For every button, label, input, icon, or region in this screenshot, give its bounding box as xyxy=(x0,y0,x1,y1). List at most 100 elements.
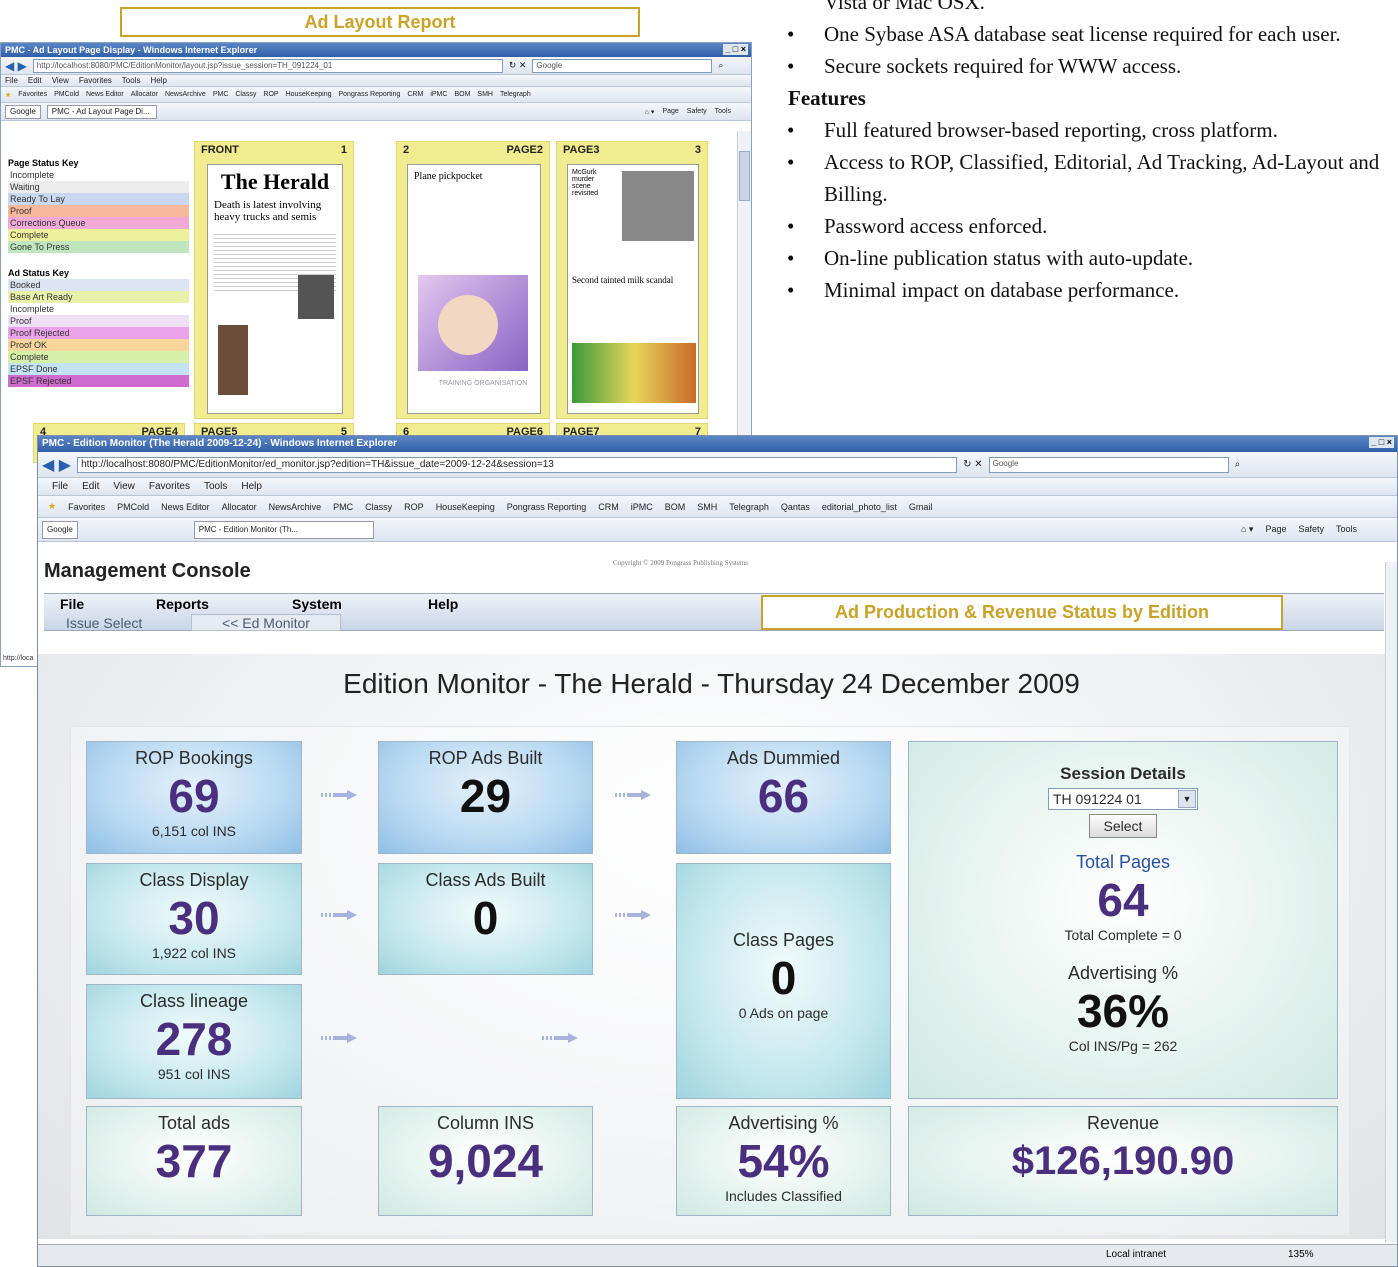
fav-link[interactable]: CRM xyxy=(598,502,619,512)
menu-favorites[interactable]: Favorites xyxy=(79,76,112,85)
fav-link[interactable]: Classy xyxy=(365,502,392,512)
rop-bookings-tile[interactable]: ROP Bookings 69 6,151 col INS xyxy=(86,741,302,854)
fav-link[interactable]: Qantas xyxy=(781,502,810,512)
flow-arrow-icon xyxy=(542,1033,578,1043)
fav-link[interactable]: News Editor xyxy=(86,91,124,98)
page-menu[interactable]: Page xyxy=(662,108,678,116)
refresh-icon[interactable]: ↻ ✕ xyxy=(509,60,527,71)
tab-edition-monitor[interactable]: PMC - Edition Monitor (Th... xyxy=(193,520,374,539)
advertising-pct-tile[interactable]: Advertising % 54% Includes Classified xyxy=(676,1106,891,1216)
safety-menu[interactable]: Safety xyxy=(687,108,707,116)
menu-favorites[interactable]: Favorites xyxy=(149,481,190,492)
fav-link[interactable]: Gmail xyxy=(909,502,933,512)
fav-link[interactable]: Telegraph xyxy=(729,502,769,512)
fav-link[interactable]: NewsArchive xyxy=(165,91,206,98)
fav-link[interactable]: Pongrass Reporting xyxy=(507,502,587,512)
favorites-star-icon[interactable]: ★ xyxy=(5,91,11,99)
fav-link[interactable]: News Editor xyxy=(161,502,210,512)
search-icon[interactable]: ⌕ xyxy=(1235,459,1241,470)
fav-link[interactable]: HouseKeeping xyxy=(286,91,332,98)
fav-link[interactable]: Pongrass Reporting xyxy=(339,91,401,98)
menu-help[interactable]: Help xyxy=(241,481,262,492)
fav-link[interactable]: Allocator xyxy=(222,502,257,512)
fav-link[interactable]: BOM xyxy=(454,91,470,98)
fav-link[interactable]: SMH xyxy=(477,91,493,98)
back-forward-icon[interactable]: ◀ ▶ xyxy=(5,59,27,73)
search-input[interactable]: Google xyxy=(532,58,713,73)
menu-view[interactable]: View xyxy=(52,76,69,85)
fav-link[interactable]: Favorites xyxy=(18,91,47,98)
fav-link[interactable]: Telegraph xyxy=(500,91,531,98)
page-menu[interactable]: Page xyxy=(1265,524,1286,535)
menu-reports[interactable]: Reports xyxy=(156,596,209,612)
refresh-icon[interactable]: ↻ ✕ xyxy=(963,459,983,470)
vertical-scrollbar[interactable] xyxy=(1385,562,1397,1242)
fav-link[interactable]: PMC xyxy=(333,502,353,512)
fav-link[interactable]: ROP xyxy=(263,91,278,98)
tab-google[interactable]: Google xyxy=(5,104,41,119)
window-controls[interactable]: _ □ × xyxy=(1369,437,1394,448)
menu-system[interactable]: System xyxy=(292,596,342,612)
dashboard-area: Edition Monitor - The Herald - Thursday … xyxy=(38,654,1385,1239)
class-pages-tile[interactable]: Class Pages 0 0 Ads on page xyxy=(676,863,891,1099)
fav-link[interactable]: PMC xyxy=(213,91,229,98)
revenue-tile[interactable]: Revenue $126,190.90 xyxy=(908,1106,1338,1216)
chevron-down-icon[interactable]: ▼ xyxy=(1178,790,1196,808)
class-lineage-tile[interactable]: Class lineage 278 951 col INS xyxy=(86,984,302,1099)
page-card-front[interactable]: FRONT 1 The Herald Death is latest involv… xyxy=(194,141,354,419)
class-display-tile[interactable]: Class Display 30 1,922 col INS xyxy=(86,863,302,975)
session-select[interactable]: TH 091224 01 ▼ xyxy=(1048,788,1198,810)
menu-edit[interactable]: Edit xyxy=(82,481,99,492)
address-bar[interactable]: http://localhost:8080/PMC/EditionMonitor… xyxy=(77,456,958,473)
rop-ads-built-tile[interactable]: ROP Ads Built 29 xyxy=(378,741,593,854)
fav-link[interactable]: ROP xyxy=(404,502,424,512)
menu-help[interactable]: Help xyxy=(150,76,166,85)
address-bar[interactable]: http://localhost:8080/PMC/EditionMonitor… xyxy=(32,58,503,73)
tab-google[interactable]: Google xyxy=(42,520,78,539)
ed-monitor-link[interactable]: << Ed Monitor xyxy=(191,614,341,631)
fav-link[interactable]: BOM xyxy=(665,502,686,512)
select-button[interactable]: Select xyxy=(1089,814,1157,838)
fav-link[interactable]: iPMC xyxy=(430,91,447,98)
menu-edit[interactable]: Edit xyxy=(28,76,42,85)
issue-select-link[interactable]: Issue Select xyxy=(66,615,142,631)
menu-file[interactable]: File xyxy=(5,76,18,85)
fav-link[interactable]: Allocator xyxy=(131,91,158,98)
fav-link[interactable]: Classy xyxy=(235,91,256,98)
fav-link[interactable]: SMH xyxy=(697,502,717,512)
home-icon[interactable]: ⌂ ▾ xyxy=(645,108,655,116)
page-card-2[interactable]: 2 PAGE2 Plane pickpocket TRAINING ORGANIS… xyxy=(396,141,550,419)
menu-view[interactable]: View xyxy=(113,481,135,492)
total-ads-tile[interactable]: Total ads 377 xyxy=(86,1106,302,1216)
menu-file[interactable]: File xyxy=(60,596,84,612)
fav-link[interactable]: CRM xyxy=(407,91,423,98)
fav-link[interactable]: editorial_photo_list xyxy=(822,502,897,512)
tools-menu[interactable]: Tools xyxy=(1336,524,1357,535)
class-ads-built-tile[interactable]: Class Ads Built 0 xyxy=(378,863,593,975)
back-forward-icon[interactable]: ◀ ▶ xyxy=(42,455,71,475)
page-card-3[interactable]: PAGE3 3 McGurk murder scene revisited Sec… xyxy=(556,141,708,419)
favorites-star-icon[interactable]: ★ xyxy=(48,501,56,512)
search-icon[interactable]: ⌕ xyxy=(718,60,723,71)
tab-ad-layout[interactable]: PMC - Ad Layout Page Di... xyxy=(46,104,157,119)
ads-dummied-tile[interactable]: Ads Dummied 66 xyxy=(676,741,891,854)
fav-link[interactable]: HouseKeeping xyxy=(436,502,495,512)
fav-link[interactable]: PMCold xyxy=(117,502,149,512)
total-pages-value: 64 xyxy=(1097,874,1149,926)
fav-link[interactable]: iPMC xyxy=(631,502,653,512)
scrollbar-thumb[interactable] xyxy=(739,151,750,201)
fav-link[interactable]: Favorites xyxy=(68,502,105,512)
home-icon[interactable]: ⌂ ▾ xyxy=(1241,524,1253,535)
menu-help[interactable]: Help xyxy=(428,596,458,612)
fav-link[interactable]: PMCold xyxy=(54,91,79,98)
tools-menu[interactable]: Tools xyxy=(715,108,731,116)
zoom-level[interactable]: 135% xyxy=(1288,1249,1314,1260)
column-ins-tile[interactable]: Column INS 9,024 xyxy=(378,1106,593,1216)
window-controls[interactable]: _ □ × xyxy=(723,44,748,55)
menu-tools[interactable]: Tools xyxy=(122,76,141,85)
menu-tools[interactable]: Tools xyxy=(204,481,227,492)
fav-link[interactable]: NewsArchive xyxy=(269,502,322,512)
safety-menu[interactable]: Safety xyxy=(1298,524,1324,535)
search-input[interactable]: Google xyxy=(988,456,1229,473)
menu-file[interactable]: File xyxy=(52,481,68,492)
